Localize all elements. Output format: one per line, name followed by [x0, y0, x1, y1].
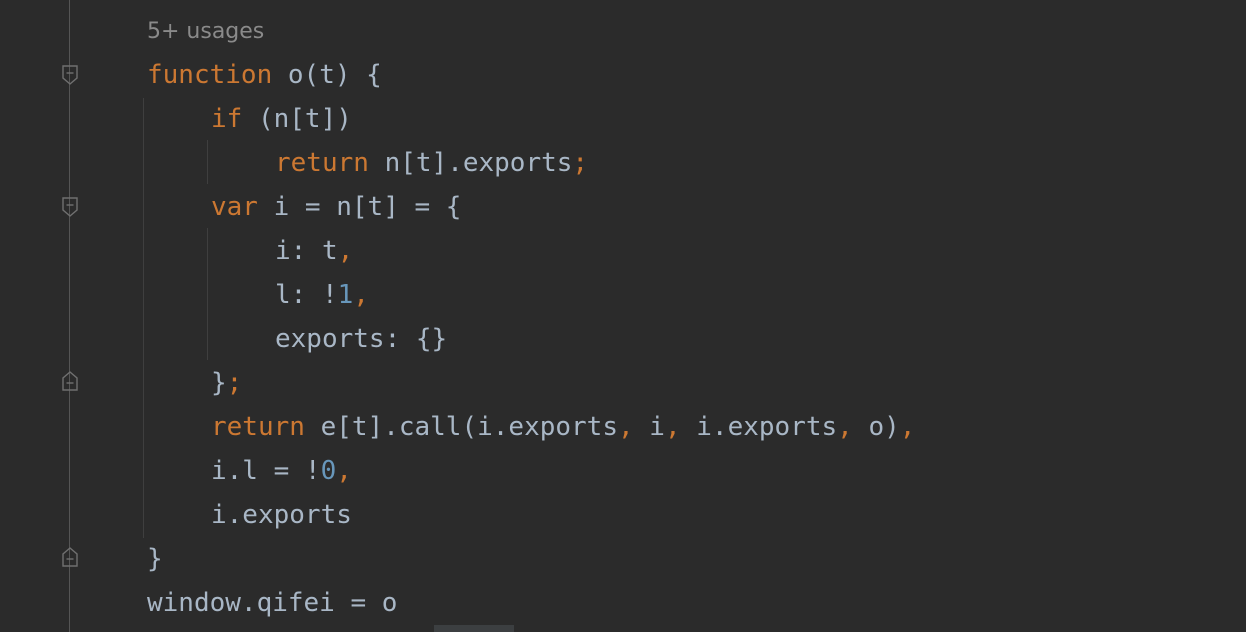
- code-token: ,: [899, 412, 916, 442]
- code-token: ;: [572, 148, 589, 178]
- code-line[interactable]: i.l = !0,: [211, 449, 352, 493]
- code-line[interactable]: window.qifei = o: [147, 581, 397, 625]
- code-line[interactable]: exports: {}: [275, 317, 447, 361]
- code-token: window.qifei = o: [147, 588, 398, 618]
- gutter-divider: [69, 0, 70, 632]
- fold-open-icon[interactable]: [61, 196, 79, 218]
- code-line[interactable]: i.exports: [211, 493, 352, 537]
- code-token: ;: [226, 368, 243, 398]
- code-token: ,: [837, 412, 853, 442]
- code-token: ,: [664, 412, 681, 442]
- code-line[interactable]: if (n[t]): [211, 97, 352, 141]
- code-token: 1: [337, 280, 354, 310]
- code-line[interactable]: i: t,: [275, 229, 353, 273]
- code-token: exports: {}: [275, 324, 448, 354]
- code-line[interactable]: l: !1,: [275, 273, 369, 317]
- code-editor[interactable]: 5+ usages function o(t) { if (n[t]) retu…: [0, 0, 1246, 632]
- code-token: ,: [336, 456, 352, 486]
- fold-open-icon[interactable]: [61, 64, 79, 86]
- code-token: i.l = !: [211, 456, 321, 486]
- code-token: ,: [353, 280, 369, 310]
- code-token: l: !: [275, 280, 338, 310]
- code-token: i = n[t] = {: [257, 192, 462, 222]
- indent-guide: [207, 140, 208, 184]
- code-token: o(t) {: [272, 60, 382, 90]
- code-token: }: [147, 544, 163, 574]
- code-token: i: t: [275, 236, 338, 266]
- code-token: i.exports: [680, 412, 838, 442]
- code-token: e[t].call(i.exports: [304, 412, 618, 442]
- code-token: i.exports: [211, 500, 352, 530]
- fold-close-icon[interactable]: [61, 546, 79, 568]
- code-line[interactable]: }: [147, 537, 163, 581]
- horizontal-scrollbar-thumb[interactable]: [434, 625, 514, 632]
- code-token: return: [275, 148, 369, 178]
- code-token: ,: [618, 412, 634, 442]
- fold-close-icon[interactable]: [61, 370, 79, 392]
- code-token: var: [211, 192, 258, 222]
- code-token: return: [211, 412, 305, 442]
- usages-hint[interactable]: 5+ usages: [147, 16, 264, 48]
- indent-guide: [143, 98, 144, 538]
- code-token: i: [633, 412, 665, 442]
- code-token: (n[t]): [242, 104, 352, 134]
- code-token: if: [211, 104, 243, 134]
- indent-guide: [207, 228, 208, 360]
- code-line[interactable]: function o(t) {: [147, 53, 382, 97]
- code-line[interactable]: var i = n[t] = {: [211, 185, 461, 229]
- code-line[interactable]: return e[t].call(i.exports, i, i.exports…: [211, 405, 915, 449]
- code-token: }: [211, 368, 227, 398]
- code-token: n[t].exports: [368, 148, 573, 178]
- code-token: o): [852, 412, 900, 442]
- code-token: 0: [320, 456, 337, 486]
- code-line[interactable]: return n[t].exports;: [275, 141, 588, 185]
- code-token: ,: [337, 236, 354, 266]
- code-line[interactable]: };: [211, 361, 242, 405]
- code-token: function: [147, 60, 273, 90]
